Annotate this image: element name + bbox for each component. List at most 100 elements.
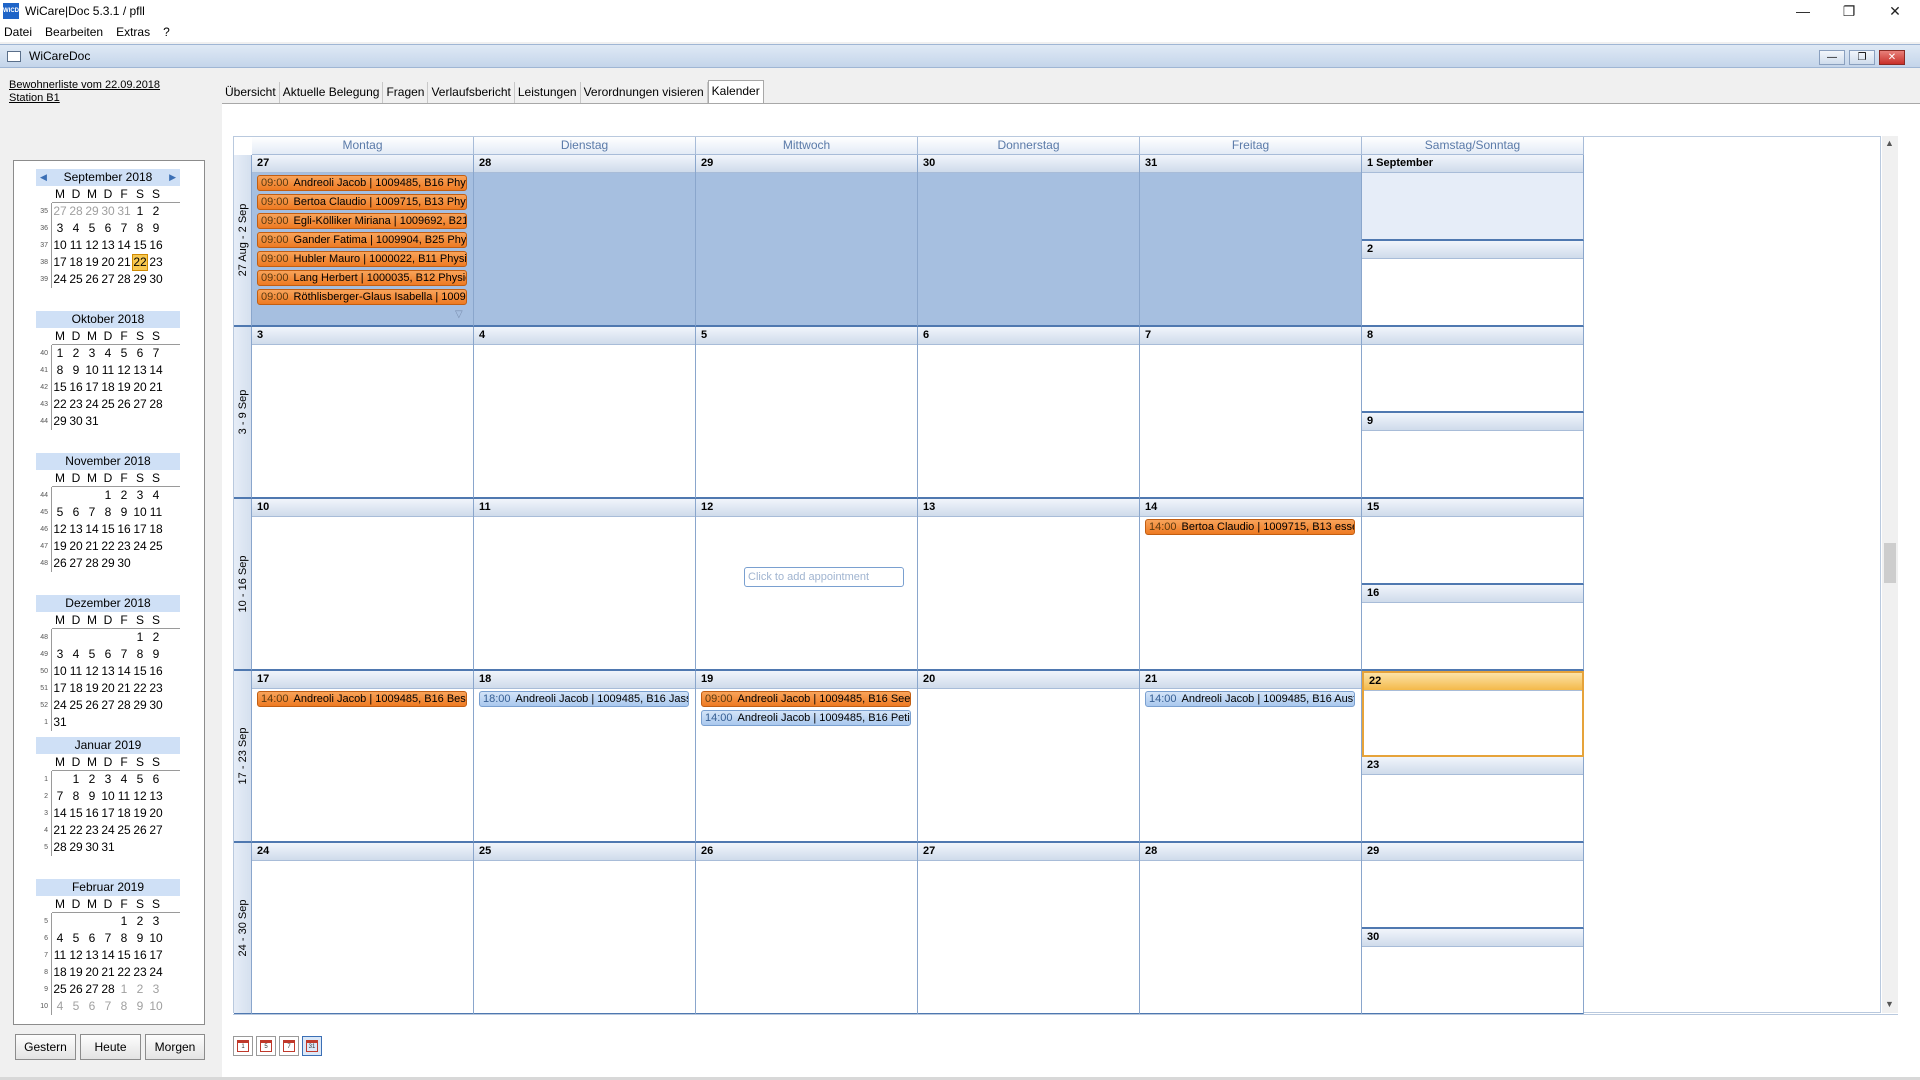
mini-day[interactable]: 27 (52, 203, 68, 220)
mini-day[interactable]: 5 (84, 220, 100, 237)
mini-day[interactable]: 25 (68, 271, 84, 288)
mini-day[interactable]: 9 (132, 930, 148, 947)
mini-day[interactable]: 10 (52, 237, 68, 254)
mini-day[interactable]: 18 (116, 805, 132, 822)
mini-day[interactable]: 22 (116, 964, 132, 981)
scroll-up-icon[interactable]: ▲ (1885, 138, 1894, 148)
mini-day[interactable]: 10 (84, 362, 100, 379)
mini-day[interactable]: 22 (52, 396, 68, 413)
mini-day[interactable]: 25 (116, 822, 132, 839)
mini-day[interactable]: 18 (148, 521, 164, 538)
mini-day[interactable]: 11 (148, 504, 164, 521)
mini-day[interactable]: 26 (68, 981, 84, 998)
mini-day[interactable]: 9 (84, 788, 100, 805)
mini-day[interactable]: 21 (148, 379, 164, 396)
day-cell[interactable]: 13 (918, 499, 1140, 671)
tomorrow-button[interactable]: Morgen (145, 1034, 205, 1060)
day-cell[interactable]: 26 (696, 843, 918, 1015)
mini-day[interactable]: 14 (100, 947, 116, 964)
day-cell[interactable]: 27 (918, 843, 1140, 1015)
day-cell[interactable]: 10 (252, 499, 474, 671)
mini-day[interactable]: 13 (100, 237, 116, 254)
mini-day[interactable]: 12 (116, 362, 132, 379)
mini-day[interactable]: 7 (100, 998, 116, 1015)
resident-list-link[interactable]: Bewohnerliste vom 22.09.2018 (9, 79, 160, 92)
mini-day[interactable]: 24 (148, 964, 164, 981)
mini-day[interactable]: 14 (52, 805, 68, 822)
mini-day[interactable]: 3 (100, 771, 116, 788)
mini-day[interactable]: 25 (52, 981, 68, 998)
mini-day[interactable]: 7 (116, 646, 132, 663)
mini-day[interactable]: 15 (52, 379, 68, 396)
mini-day[interactable]: 24 (84, 396, 100, 413)
mini-day[interactable]: 9 (68, 362, 84, 379)
appointment[interactable]: 14:00 Andreoli Jacob | 1009485, B16 Ausfl… (1145, 691, 1355, 707)
work-week-view-button[interactable]: 5 (256, 1036, 276, 1056)
day-cell[interactable]: 11 (474, 499, 696, 671)
mini-day[interactable]: 11 (100, 362, 116, 379)
mini-day[interactable]: 10 (148, 930, 164, 947)
mini-day[interactable]: 28 (116, 271, 132, 288)
mini-day[interactable]: 2 (132, 981, 148, 998)
appointment[interactable]: 14:00 Andreoli Jacob | 1009485, B16 Besuc… (257, 691, 467, 707)
mini-day[interactable]: 11 (116, 788, 132, 805)
saturday-cell[interactable]: 22 (1362, 671, 1584, 757)
mini-day[interactable]: 22 (132, 680, 148, 697)
mini-day[interactable]: 28 (148, 396, 164, 413)
mini-day[interactable]: 2 (148, 629, 164, 646)
sunday-cell[interactable]: 16 (1362, 585, 1584, 671)
mini-day[interactable]: 1 (116, 981, 132, 998)
mini-day[interactable]: 24 (52, 271, 68, 288)
mini-day[interactable]: 28 (68, 203, 84, 220)
mini-day[interactable]: 6 (100, 646, 116, 663)
mini-day[interactable]: 11 (68, 237, 84, 254)
tab-4[interactable]: Leistungen (515, 82, 581, 103)
mini-day[interactable]: 2 (132, 913, 148, 930)
mini-day[interactable]: 28 (84, 555, 100, 572)
day-cell[interactable]: 4 (474, 327, 696, 499)
mini-day[interactable]: 18 (68, 254, 84, 271)
appointment[interactable]: 14:00 Andreoli Jacob | 1009485, B16 Petic… (701, 710, 911, 726)
mini-day[interactable]: 19 (132, 805, 148, 822)
mini-day[interactable]: 14 (84, 521, 100, 538)
mini-day[interactable]: 6 (68, 504, 84, 521)
day-cell[interactable]: 7 (1140, 327, 1362, 499)
mini-day[interactable]: 3 (52, 646, 68, 663)
mini-day[interactable]: 8 (116, 998, 132, 1015)
day-cell[interactable]: 5 (696, 327, 918, 499)
mini-day[interactable]: 12 (84, 237, 100, 254)
mini-day[interactable]: 15 (132, 663, 148, 680)
mini-day[interactable]: 13 (100, 663, 116, 680)
day-cell[interactable]: 3 (252, 327, 474, 499)
mdi-close-icon[interactable]: ✕ (1879, 50, 1905, 65)
mini-day[interactable]: 19 (68, 964, 84, 981)
mini-day[interactable]: 9 (148, 646, 164, 663)
mini-day[interactable]: 26 (132, 822, 148, 839)
mini-day[interactable]: 2 (148, 203, 164, 220)
mini-day[interactable]: 24 (132, 538, 148, 555)
scrollbar-thumb[interactable] (1884, 543, 1896, 583)
mini-day[interactable]: 9 (116, 504, 132, 521)
mini-day[interactable]: 30 (148, 271, 164, 288)
mini-day[interactable]: 23 (148, 680, 164, 697)
appointment[interactable]: 18:00 Andreoli Jacob | 1009485, B16 Jass-… (479, 691, 689, 707)
mini-day[interactable]: 4 (116, 771, 132, 788)
mini-day[interactable]: 12 (68, 947, 84, 964)
mini-day[interactable]: 28 (116, 697, 132, 714)
mini-day[interactable]: 25 (100, 396, 116, 413)
appointment[interactable]: 09:00 Egli-Kölliker Miriana | 1009692, B2… (257, 213, 467, 229)
mini-day[interactable]: 24 (52, 697, 68, 714)
mini-day[interactable]: 6 (100, 220, 116, 237)
mini-day[interactable]: 21 (100, 964, 116, 981)
mini-day[interactable]: 19 (84, 680, 100, 697)
mini-day[interactable]: 25 (68, 697, 84, 714)
mini-day[interactable]: 27 (68, 555, 84, 572)
appointment[interactable]: 09:00 Andreoli Jacob | 1009485, B16 Seels… (701, 691, 911, 707)
mini-day[interactable]: 15 (100, 521, 116, 538)
mini-day[interactable]: 23 (132, 964, 148, 981)
mini-day[interactable]: 23 (116, 538, 132, 555)
mini-day[interactable]: 27 (84, 981, 100, 998)
mini-day[interactable]: 31 (52, 714, 68, 731)
more-appointments-icon[interactable]: ▽ (455, 309, 463, 320)
mini-day[interactable]: 14 (148, 362, 164, 379)
